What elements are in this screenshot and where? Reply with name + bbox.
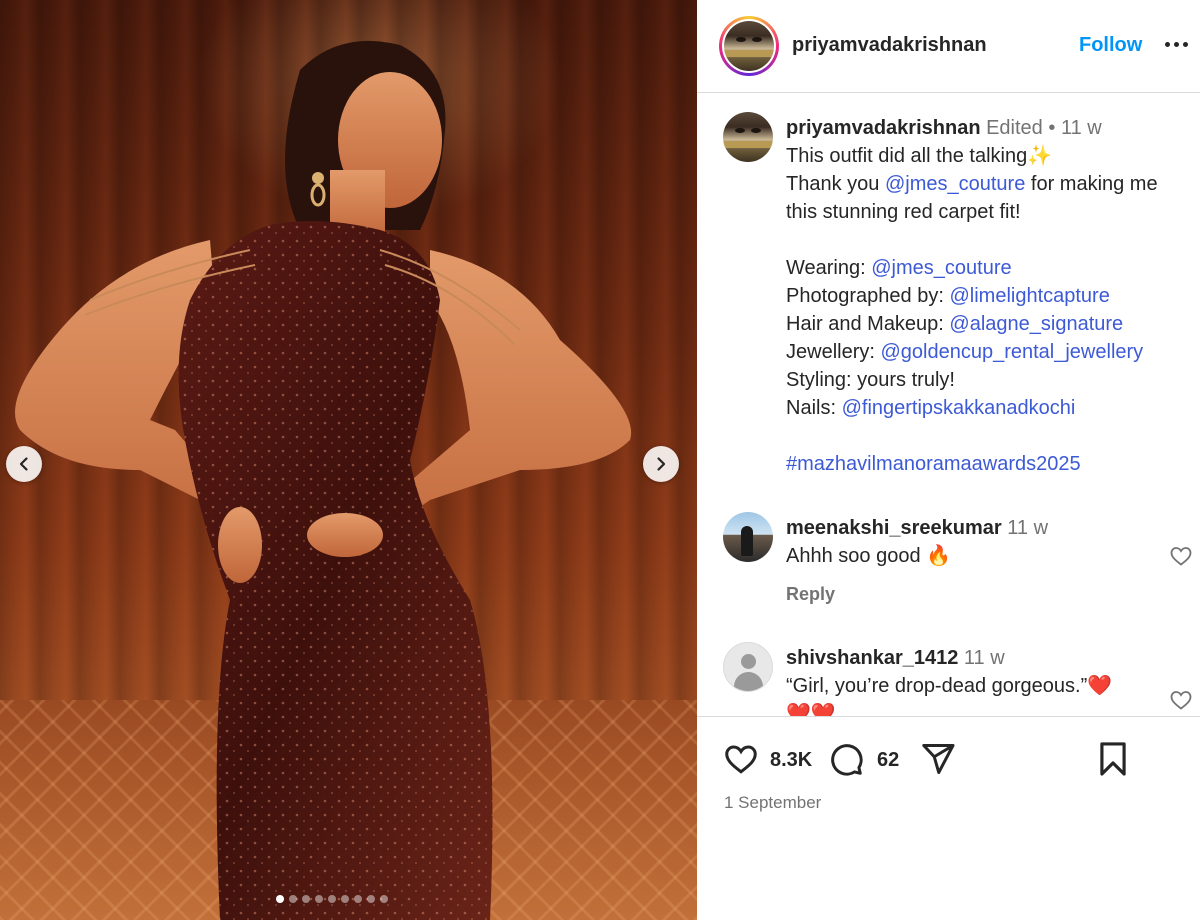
like-heart-icon[interactable] <box>722 741 760 777</box>
like-count[interactable]: 8.3K <box>770 749 812 772</box>
post-caption: priyamvadakrishnan Edited • 11 w This ou… <box>786 114 1191 478</box>
comment-text: “Girl, you’re drop-dead gorgeous.” <box>786 675 1088 697</box>
heart-emoji-line: ❤️❤️ <box>786 703 836 716</box>
caption-avatar[interactable] <box>723 112 773 162</box>
more-options-icon[interactable] <box>1162 32 1190 56</box>
mention-link[interactable]: @jmes_couture <box>885 173 1025 195</box>
comments-section[interactable]: priyamvadakrishnan Edited • 11 w This ou… <box>697 94 1200 716</box>
default-avatar-icon[interactable] <box>723 642 773 692</box>
mention-link[interactable]: @limelightcapture <box>949 285 1109 307</box>
save-bookmark-icon[interactable] <box>1094 739 1132 779</box>
caption-username[interactable]: priyamvadakrishnan <box>786 117 981 139</box>
sparkles-emoji: ✨ <box>1027 145 1053 167</box>
next-slide-button[interactable] <box>643 446 679 482</box>
credit-label: Photographed by: <box>786 285 950 307</box>
credit-label: Styling: yours truly! <box>786 369 955 391</box>
post-media[interactable] <box>0 0 697 920</box>
credit-line: Hair and Makeup: @alagne_signature <box>786 310 1191 338</box>
carousel-dot <box>276 895 284 903</box>
credit-line: Nails: @fingertipskakkanadkochi <box>786 394 1191 422</box>
carousel-dot <box>380 895 388 903</box>
credit-label: Nails: <box>786 397 842 419</box>
woman-in-gown-photo <box>15 40 632 920</box>
mention-link[interactable]: @jmes_couture <box>871 257 1011 279</box>
credit-line: Photographed by: @limelightcapture <box>786 282 1191 310</box>
commenter-username[interactable]: shivshankar_1412 <box>786 647 958 669</box>
credits-list: Wearing: @jmes_couture Photographed by: @… <box>786 254 1191 422</box>
comment: meenakshi_sreekumar 11 w Ahhh soo good 🔥 <box>786 514 1156 570</box>
story-ring[interactable] <box>719 16 779 76</box>
comment: shivshankar_1412 11 w “Girl, you’re drop… <box>786 644 1156 716</box>
comment-time: 11 w <box>1007 517 1049 539</box>
heart-emoji: ❤️ <box>1087 675 1113 697</box>
edited-label: Edited <box>986 117 1043 139</box>
comment-count[interactable]: 62 <box>877 749 899 772</box>
caption-line-2-pre: Thank you <box>786 173 885 195</box>
post-author-username[interactable]: priyamvadakrishnan <box>792 34 987 57</box>
commenter-avatar[interactable] <box>723 512 773 562</box>
comment-like-heart-icon[interactable] <box>1168 544 1194 568</box>
credit-line: Wearing: @jmes_couture <box>786 254 1191 282</box>
hashtag-link[interactable]: #mazhavilmanoramaawards2025 <box>786 453 1081 475</box>
mention-link[interactable]: @alagne_signature <box>949 313 1123 335</box>
carousel-dot <box>328 895 336 903</box>
comment-text: Ahhh soo good <box>786 545 927 567</box>
follow-button[interactable]: Follow <box>1079 34 1142 57</box>
comment-bubble-icon[interactable] <box>827 741 865 777</box>
comment-like-heart-icon[interactable] <box>1168 688 1194 712</box>
carousel-indicator <box>276 895 388 903</box>
commenter-username[interactable]: meenakshi_sreekumar <box>786 517 1002 539</box>
post-date[interactable]: 1 September <box>724 793 821 813</box>
fire-emoji: 🔥 <box>926 545 952 567</box>
caption-time: 11 w <box>1060 117 1102 139</box>
credit-label: Jewellery: <box>786 341 881 363</box>
chevron-left-icon <box>19 457 28 471</box>
avatar <box>724 21 774 71</box>
credit-line: Jewellery: @goldencup_rental_jewellery <box>786 338 1191 366</box>
carousel-dot <box>315 895 323 903</box>
comment-time: 11 w <box>963 647 1005 669</box>
mention-link[interactable]: @goldencup_rental_jewellery <box>880 341 1143 363</box>
carousel-dot <box>289 895 297 903</box>
chevron-right-icon <box>657 457 666 471</box>
reply-button[interactable]: Reply <box>786 584 835 605</box>
mention-link[interactable]: @fingertipskakkanadkochi <box>842 397 1076 419</box>
credit-label: Hair and Makeup: <box>786 313 950 335</box>
share-paper-plane-icon[interactable] <box>919 741 957 777</box>
previous-slide-button[interactable] <box>6 446 42 482</box>
credit-line: Styling: yours truly! <box>786 366 1191 394</box>
carousel-dot <box>354 895 362 903</box>
caption-line-1: This outfit did all the talking <box>786 145 1028 167</box>
carousel-dot <box>367 895 375 903</box>
post-actions-bar: 8.3K 62 1 September <box>697 716 1200 920</box>
credit-label: Wearing: <box>786 257 872 279</box>
carousel-dot <box>302 895 310 903</box>
carousel-dot <box>341 895 349 903</box>
separator: • <box>1048 117 1056 139</box>
post-header: priyamvadakrishnan Follow <box>697 0 1200 93</box>
post-side-panel: priyamvadakrishnan Follow priyamvadakris… <box>697 0 1200 920</box>
